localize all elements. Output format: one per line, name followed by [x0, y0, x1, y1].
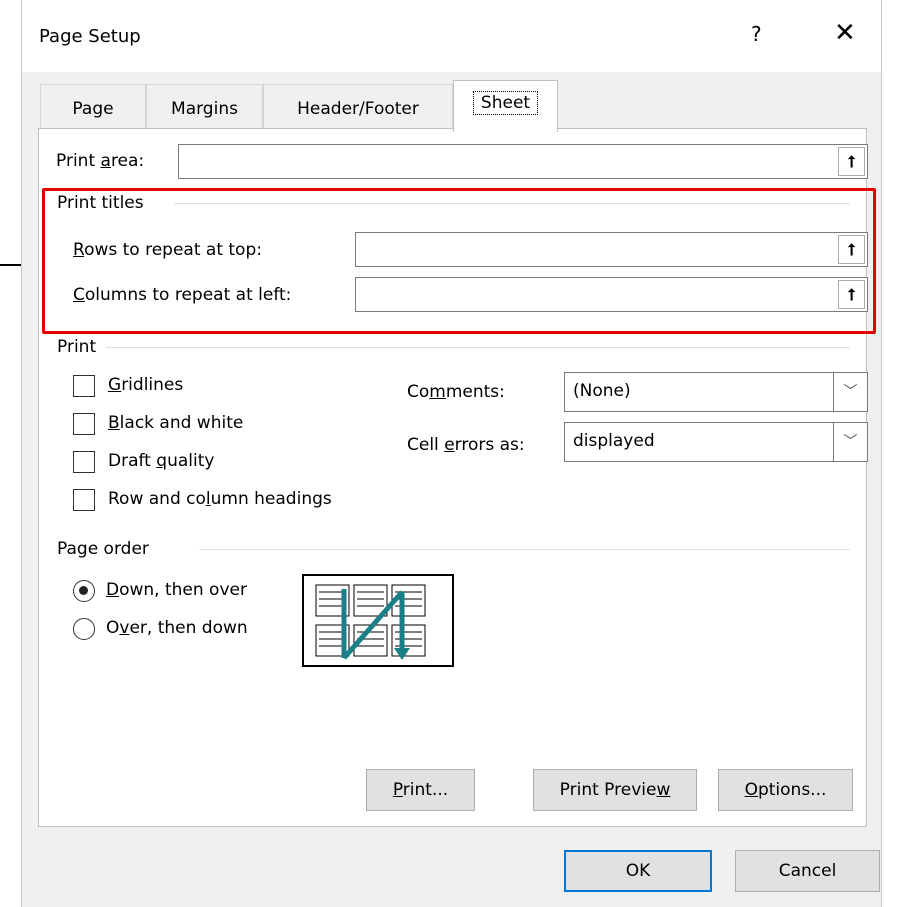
- tab-page-label: Page: [72, 99, 114, 119]
- ok-button[interactable]: OK: [564, 850, 712, 892]
- cell-errors-value: displayed: [573, 431, 655, 451]
- tab-header-footer-label: Header/Footer: [297, 99, 419, 119]
- print-preview-button[interactable]: Print Preview: [533, 769, 697, 811]
- tab-sheet-label: Sheet: [472, 91, 539, 115]
- black-white-checkbox[interactable]: [73, 413, 95, 435]
- print-titles-highlight: [42, 188, 876, 334]
- cancel-button[interactable]: Cancel: [735, 850, 880, 892]
- down-then-over-radio[interactable]: [73, 580, 95, 602]
- print-separator: [106, 347, 850, 348]
- comments-label: Comments:: [407, 382, 505, 402]
- gridlines-label: Gridlines: [108, 375, 184, 395]
- tab-margins-label: Margins: [171, 99, 238, 119]
- page-order-icon: [302, 574, 454, 667]
- tab-margins[interactable]: Margins: [146, 84, 263, 129]
- comments-value: (None): [573, 381, 631, 401]
- page-setup-dialog: Page Setup ? ✕ Page Margins Header/Foote…: [21, 0, 882, 907]
- over-then-down-radio[interactable]: [73, 618, 95, 640]
- tab-sheet[interactable]: Sheet: [453, 80, 558, 132]
- close-button[interactable]: ✕: [834, 18, 856, 48]
- chevron-down-icon: ﹀: [833, 423, 867, 461]
- cell-errors-select[interactable]: displayed ﹀: [564, 422, 868, 462]
- page-order-heading: Page order: [57, 539, 149, 559]
- print-heading: Print: [57, 337, 97, 357]
- down-then-over-label: Down, then over: [106, 580, 247, 600]
- print-area-collapse-icon[interactable]: ⭡: [838, 147, 865, 176]
- help-button[interactable]: ?: [751, 22, 762, 46]
- over-then-down-label: Over, then down: [106, 618, 248, 638]
- options-button[interactable]: Options...: [718, 769, 853, 811]
- title-bar: Page Setup ? ✕: [22, 0, 881, 72]
- tab-page[interactable]: Page: [40, 84, 146, 129]
- cell-errors-label: Cell errors as:: [407, 435, 525, 455]
- print-button[interactable]: Print...: [366, 769, 475, 811]
- row-column-headings-label: Row and column headings: [108, 489, 332, 509]
- print-area-input[interactable]: ⭡: [178, 144, 868, 179]
- dialog-title: Page Setup: [39, 26, 141, 47]
- tab-header-footer[interactable]: Header/Footer: [263, 84, 453, 129]
- draft-quality-label: Draft quality: [108, 451, 215, 471]
- print-area-label: Print area:: [56, 151, 145, 171]
- row-column-headings-checkbox[interactable]: [73, 489, 95, 511]
- page-order-separator: [199, 549, 850, 550]
- comments-select[interactable]: (None) ﹀: [564, 372, 868, 412]
- black-white-label: Black and white: [108, 413, 244, 433]
- chevron-down-icon: ﹀: [833, 373, 867, 411]
- draft-quality-checkbox[interactable]: [73, 451, 95, 473]
- gridlines-checkbox[interactable]: [73, 375, 95, 397]
